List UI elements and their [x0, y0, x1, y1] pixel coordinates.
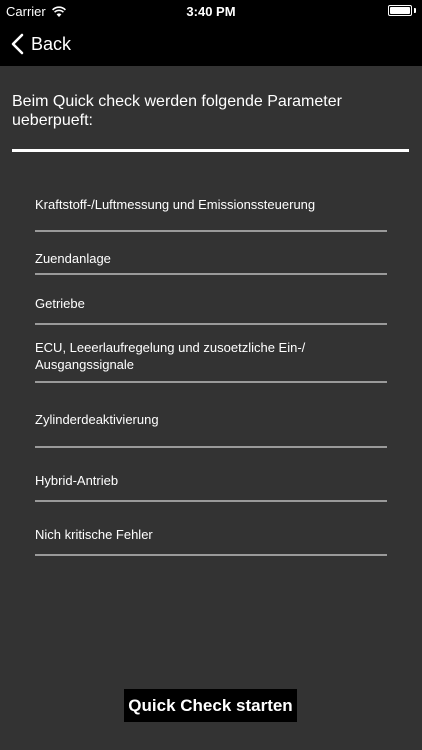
chevron-left-icon	[11, 33, 24, 55]
parameter-item: Zylinderdeaktivierung	[35, 412, 159, 427]
parameter-separator	[35, 323, 387, 325]
battery-tip	[414, 8, 416, 13]
battery-fill	[390, 7, 410, 14]
parameter-item: ECU, Leeerlaufregelung und zusoetzliche …	[35, 340, 306, 372]
parameter-item: Zuendanlage	[35, 251, 111, 266]
battery-icon	[388, 5, 412, 16]
status-bar: Carrier 3:40 PM	[0, 0, 422, 22]
screen: Carrier 3:40 PM Back Beim Quick check we…	[0, 0, 422, 750]
back-button[interactable]: Back	[10, 30, 71, 58]
intro-divider	[12, 149, 409, 152]
parameter-separator	[35, 500, 387, 502]
status-time: 3:40 PM	[186, 4, 236, 19]
back-label: Back	[31, 33, 72, 54]
parameter-separator	[35, 230, 387, 232]
intro-text: Beim Quick check werden folgende Paramet…	[12, 93, 342, 129]
parameter-separator	[35, 554, 387, 556]
parameter-separator	[35, 273, 387, 275]
parameter-item: Hybrid-Antrieb	[35, 473, 119, 488]
navigation-bar: Back	[0, 22, 422, 66]
parameter-separator	[35, 381, 387, 383]
parameter-separator	[35, 446, 387, 448]
parameter-item: Kraftstoff-/Luftmessung und Emissionsste…	[35, 197, 316, 212]
quick-check-start-button[interactable]: Quick Check starten	[124, 689, 297, 722]
parameter-item: Nich kritische Fehler	[35, 527, 153, 542]
parameter-item: Getriebe	[35, 296, 85, 311]
